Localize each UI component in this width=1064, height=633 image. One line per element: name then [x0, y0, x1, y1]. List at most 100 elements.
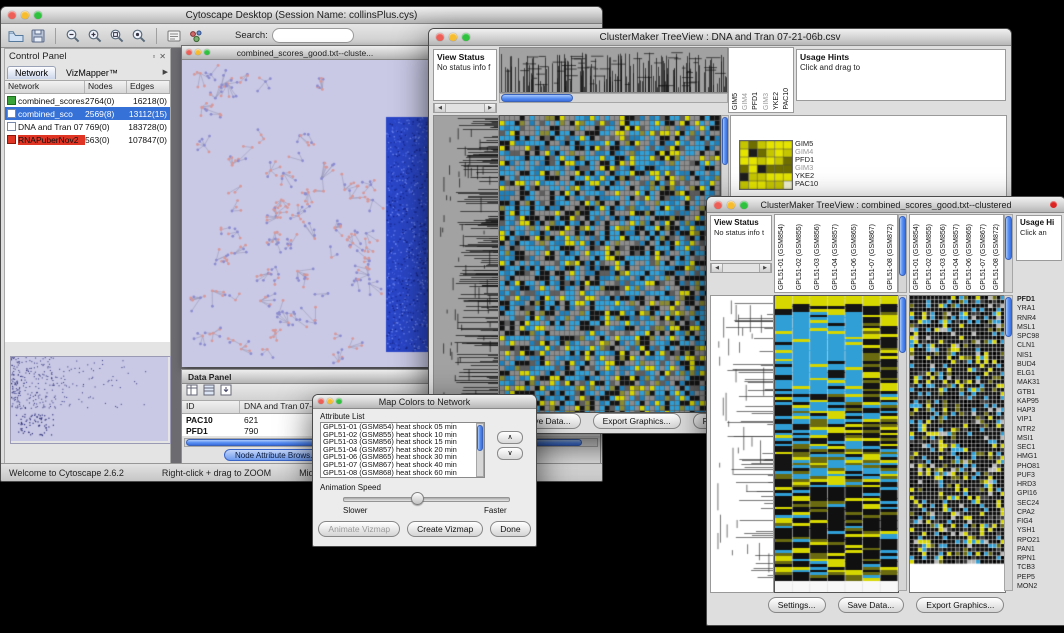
dialog-titlebar[interactable]: Map Colors to Network	[313, 395, 536, 409]
treeview-button[interactable]: Export Graphics...	[916, 597, 1004, 613]
close-button[interactable]	[8, 11, 16, 19]
gene-label[interactable]: MSL1	[1017, 323, 1063, 332]
zoom-out-icon[interactable]	[64, 27, 82, 45]
tab-network[interactable]: Network	[7, 66, 56, 79]
column-header[interactable]: ID	[182, 401, 240, 413]
scroll-left-icon[interactable]: ◀	[434, 104, 446, 112]
gene-label[interactable]: SPC98	[1017, 332, 1063, 341]
gene-label[interactable]: YSH1	[1017, 526, 1063, 535]
gene-label[interactable]: RNR4	[1017, 314, 1063, 323]
dialog-button[interactable]: Create Vizmap	[407, 521, 483, 537]
global-heatmap[interactable]	[774, 295, 899, 593]
zoom-button[interactable]	[336, 398, 342, 404]
dendrogram-hscrollbar[interactable]	[499, 93, 728, 103]
scroll-left-icon[interactable]: ◀	[711, 264, 723, 272]
annotation-icon[interactable]	[165, 27, 183, 45]
network-table-row[interactable]: RNAPuberNov2563(0)107847(0)	[5, 133, 170, 146]
gene-label[interactable]: GIM4	[795, 148, 818, 156]
tab-vizmapper[interactable]: VizMapper™	[58, 66, 126, 79]
gene-label[interactable]: RPN1	[1017, 554, 1063, 563]
treeview-button[interactable]: Export Graphics...	[593, 413, 681, 429]
gene-label[interactable]: HRD3	[1017, 480, 1063, 489]
gene-label[interactable]: HMG1	[1017, 452, 1063, 461]
close-button[interactable]	[318, 398, 324, 404]
network-table-row[interactable]: DNA and Tran 07769(0)183728(0)	[5, 120, 170, 133]
move-down-button[interactable]: ∨	[497, 447, 523, 460]
zoom-button[interactable]	[740, 201, 748, 209]
dialog-button[interactable]: Done	[490, 521, 530, 537]
gene-label[interactable]: BUD4	[1017, 360, 1063, 369]
gene-label[interactable]: PUF3	[1017, 471, 1063, 480]
open-session-icon[interactable]	[7, 27, 25, 45]
vscrollbar[interactable]	[1004, 214, 1013, 293]
gene-label[interactable]: TCB3	[1017, 563, 1063, 572]
close-button[interactable]	[436, 33, 444, 41]
column-header[interactable]: Edges	[127, 81, 170, 93]
move-up-button[interactable]: ∧	[497, 431, 523, 444]
gene-label[interactable]: SEC24	[1017, 499, 1063, 508]
cytoscape-titlebar[interactable]: Cytoscape Desktop (Session Name: collins…	[1, 7, 602, 24]
status-scrollbar[interactable]: ◀▶	[433, 103, 497, 113]
save-session-icon[interactable]	[29, 27, 47, 45]
zoom-selected-icon[interactable]	[130, 27, 148, 45]
treeview-button[interactable]: Save Data...	[838, 597, 905, 613]
minimize-button[interactable]	[327, 398, 333, 404]
close-button[interactable]	[186, 49, 192, 55]
zoom-heatmap[interactable]	[909, 295, 1006, 593]
network-table-row[interactable]: combined_scores2764(0)16218(0)	[5, 94, 170, 107]
zoom-in-icon[interactable]	[86, 27, 104, 45]
status-scrollbar[interactable]: ◀▶	[710, 263, 772, 273]
gene-label[interactable]: CPA2	[1017, 508, 1063, 517]
gene-label[interactable]: FIG4	[1017, 517, 1063, 526]
close-button[interactable]	[714, 201, 722, 209]
column-dendrogram[interactable]	[499, 47, 728, 93]
gene-label[interactable]: SEC1	[1017, 443, 1063, 452]
close-panel-icon[interactable]: ✕	[159, 52, 166, 61]
minimize-button[interactable]	[21, 11, 29, 19]
import-table-icon[interactable]	[220, 383, 232, 401]
column-header[interactable]: Nodes	[85, 81, 127, 93]
minimize-button[interactable]	[195, 49, 201, 55]
attribute-list[interactable]: GPL51-01 (GSM854) heat shock 05 minGPL51…	[320, 422, 485, 478]
gene-label[interactable]: GIM5	[795, 140, 818, 148]
attribute-list-scrollbar[interactable]	[476, 423, 484, 477]
treeview1-titlebar[interactable]: ClusterMaker TreeView : DNA and Tran 07-…	[429, 29, 1011, 46]
gene-label[interactable]: GIM3	[795, 164, 818, 172]
gene-label[interactable]: NTR2	[1017, 425, 1063, 434]
gene-label[interactable]: HAP3	[1017, 406, 1063, 415]
attribute-list-item[interactable]: GPL51-08 (GSM868) heat shock 60 min	[321, 469, 484, 477]
gene-label[interactable]: GTB1	[1017, 388, 1063, 397]
gene-label[interactable]: PFD1	[795, 156, 818, 164]
gene-label[interactable]: MSI1	[1017, 434, 1063, 443]
slider-thumb[interactable]	[411, 492, 424, 505]
network-table-row[interactable]: combined_sco2569(8)13112(15)	[5, 107, 170, 120]
float-panel-icon[interactable]: ▫	[152, 52, 155, 61]
heatmap-vscrollbar[interactable]	[898, 295, 907, 591]
column-header[interactable]: Network	[5, 81, 85, 93]
scroll-right-icon[interactable]: ▶	[759, 264, 771, 272]
gene-label[interactable]: VIP1	[1017, 415, 1063, 424]
gene-label[interactable]: KAP95	[1017, 397, 1063, 406]
network-view-titlebar[interactable]: combined_scores_good.txt--cluste...	[182, 46, 428, 60]
minimize-button[interactable]	[449, 33, 457, 41]
gene-label[interactable]: PEP5	[1017, 573, 1063, 582]
gene-label[interactable]: NIS1	[1017, 351, 1063, 360]
gene-label[interactable]: PFD1	[1017, 295, 1063, 304]
scroll-right-icon[interactable]: ▶	[484, 104, 496, 112]
zoom-button[interactable]	[462, 33, 470, 41]
treeview-button[interactable]: Settings...	[768, 597, 826, 613]
zoom-fit-icon[interactable]	[108, 27, 126, 45]
gene-label[interactable]: GPI16	[1017, 489, 1063, 498]
gene-label[interactable]: MAK31	[1017, 378, 1063, 387]
network-canvas[interactable]	[182, 60, 428, 367]
zoom-vscrollbar[interactable]	[1004, 295, 1013, 591]
gene-label[interactable]: PAN1	[1017, 545, 1063, 554]
animation-speed-slider[interactable]	[343, 497, 510, 502]
table-mode-icon[interactable]	[203, 383, 215, 401]
gene-label[interactable]: YKE2	[795, 172, 818, 180]
vizmap-icon[interactable]	[187, 27, 205, 45]
gene-label[interactable]: YRA1	[1017, 304, 1063, 313]
select-attributes-icon[interactable]	[186, 383, 198, 401]
row-dendrogram[interactable]	[710, 295, 774, 593]
gene-label[interactable]: CLN1	[1017, 341, 1063, 350]
